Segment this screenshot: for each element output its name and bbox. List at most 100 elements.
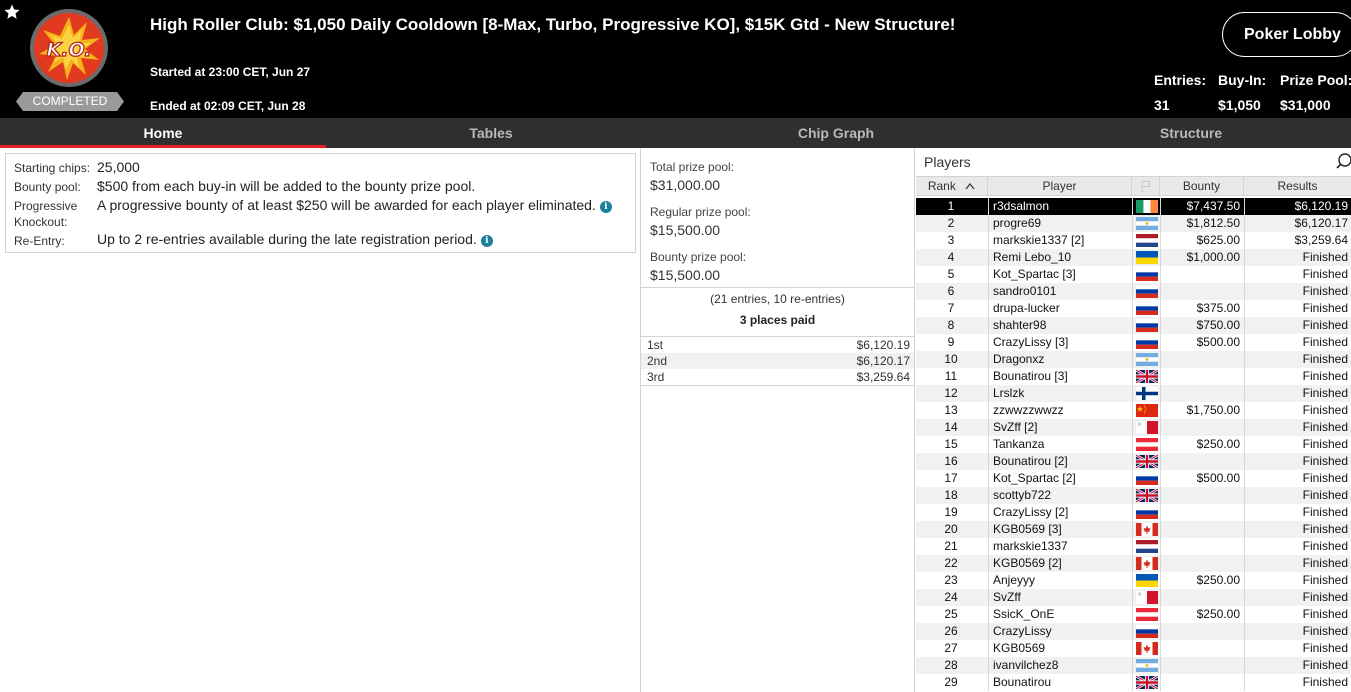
column-player[interactable]: Player	[988, 177, 1132, 195]
player-row[interactable]: 22 KGB0569 [2] Finished	[916, 555, 1351, 572]
player-row[interactable]: 3 markskie1337 [2] $625.00 $3,259.64	[916, 232, 1351, 249]
progressive-knockout-label: Progressive Knockout:	[14, 198, 77, 230]
player-rank: 22	[944, 556, 958, 570]
column-divider	[1244, 402, 1245, 419]
column-divider	[1132, 674, 1133, 691]
player-row[interactable]: 4 Remi Lebo_10 $1,000.00 Finished	[916, 249, 1351, 266]
player-row[interactable]: 16 Bounatirou [2] Finished	[916, 453, 1351, 470]
player-row[interactable]: 28 ivanvilchez8 Finished	[916, 657, 1351, 674]
player-name: Tankanza	[993, 437, 1045, 451]
column-divider	[1132, 504, 1133, 521]
star-icon[interactable]	[3, 3, 21, 21]
player-result: Finished	[1302, 301, 1348, 315]
column-divider	[1244, 419, 1245, 436]
column-divider	[1160, 453, 1161, 470]
country-flag-icon	[1136, 404, 1158, 417]
player-row[interactable]: 21 markskie1337 Finished	[916, 538, 1351, 555]
player-row[interactable]: 24 SvZff Finished	[916, 589, 1351, 606]
player-name: Kot_Spartac [2]	[993, 471, 1076, 485]
column-divider	[1244, 470, 1245, 487]
bounty-prize-pool-value: $15,500.00	[650, 267, 721, 283]
player-row[interactable]: 6 sandro0101 Finished	[916, 283, 1351, 300]
player-rank: 9	[947, 335, 955, 349]
player-row[interactable]: 5 Kot_Spartac [3] Finished	[916, 266, 1351, 283]
tournament-lobby: K.O. COMPLETED High Roller Club: $1,050 …	[0, 0, 1351, 692]
column-divider	[1244, 589, 1245, 606]
starting-chips-value: 25,000	[97, 159, 140, 175]
column-divider	[988, 334, 989, 351]
country-flag-icon	[1136, 455, 1158, 468]
tab-home[interactable]: Home	[0, 118, 326, 148]
tab-tables[interactable]: Tables	[326, 118, 656, 148]
player-row[interactable]: 2 progre69 $1,812.50 $6,120.17	[916, 215, 1351, 232]
column-divider	[1132, 538, 1133, 555]
player-row[interactable]: 29 Bounatirou Finished	[916, 674, 1351, 691]
player-row[interactable]: 9 CrazyLissy [3] $500.00 Finished	[916, 334, 1351, 351]
player-rank: 10	[944, 352, 958, 366]
payout-amount: $3,259.64	[856, 370, 910, 384]
column-divider	[1160, 368, 1161, 385]
player-row[interactable]: 15 Tankanza $250.00 Finished	[916, 436, 1351, 453]
column-divider	[1132, 402, 1133, 419]
player-row[interactable]: 7 drupa-lucker $375.00 Finished	[916, 300, 1351, 317]
divider	[641, 287, 914, 288]
total-prize-pool-label: Total prize pool:	[650, 160, 735, 174]
prize-pool-label: Prize Pool:	[1280, 72, 1351, 88]
player-result: Finished	[1302, 267, 1348, 281]
bounty-pool-label: Bounty pool:	[14, 180, 81, 194]
player-row[interactable]: 26 CrazyLissy Finished	[916, 623, 1351, 640]
player-rank: 18	[944, 488, 958, 502]
player-row[interactable]: 20 KGB0569 [3] Finished	[916, 521, 1351, 538]
player-rank: 3	[947, 233, 955, 247]
poker-lobby-button[interactable]: Poker Lobby	[1222, 12, 1351, 57]
player-row[interactable]: 10 Dragonxz Finished	[916, 351, 1351, 368]
info-icon[interactable]: i	[480, 235, 493, 247]
column-divider	[988, 232, 989, 249]
column-divider	[988, 538, 989, 555]
player-row[interactable]: 27 KGB0569 Finished	[916, 640, 1351, 657]
tab-structure[interactable]: Structure	[1016, 118, 1351, 148]
player-row[interactable]: 14 SvZff [2] Finished	[916, 419, 1351, 436]
player-row[interactable]: 12 Lrslzk Finished	[916, 385, 1351, 402]
column-divider	[1132, 317, 1133, 334]
column-rank[interactable]: Rank	[916, 177, 988, 195]
player-result: Finished	[1302, 318, 1348, 332]
regular-prize-pool-label: Regular prize pool:	[650, 205, 751, 219]
player-row[interactable]: 18 scottyb722 Finished	[916, 487, 1351, 504]
player-row[interactable]: 17 Kot_Spartac [2] $500.00 Finished	[916, 470, 1351, 487]
player-row[interactable]: 23 Anjeyyy $250.00 Finished	[916, 572, 1351, 589]
player-row[interactable]: 25 SsicK_OnE $250.00 Finished	[916, 606, 1351, 623]
column-results[interactable]: Results	[1244, 177, 1351, 195]
country-flag-icon	[1136, 217, 1158, 230]
column-divider	[988, 623, 989, 640]
player-rank: 11	[944, 369, 958, 383]
bounty-pool-value: $500 from each buy-in will be added to t…	[97, 178, 476, 194]
player-result: Finished	[1302, 403, 1348, 417]
tab-chip-graph[interactable]: Chip Graph	[656, 118, 1016, 148]
column-bounty[interactable]: Bounty	[1160, 177, 1244, 195]
player-row[interactable]: 11 Bounatirou [3] Finished	[916, 368, 1351, 385]
column-divider	[1160, 623, 1161, 640]
player-row[interactable]: 13 zzwwzzwwzz $1,750.00 Finished	[916, 402, 1351, 419]
info-icon[interactable]: i	[599, 201, 612, 213]
player-row[interactable]: 1 r3dsalmon $7,437.50 $6,120.19	[916, 198, 1351, 215]
column-divider	[1160, 640, 1161, 657]
player-result: Finished	[1302, 658, 1348, 672]
sort-up-icon	[965, 183, 975, 190]
player-bounty: $375.00	[1196, 301, 1240, 315]
player-rank: 4	[947, 250, 955, 264]
column-divider	[1132, 368, 1133, 385]
search-icon[interactable]	[1336, 153, 1351, 169]
country-flag-icon	[1136, 302, 1158, 315]
progressive-knockout-value-row: A progressive bounty of at least $250 wi…	[97, 197, 612, 213]
payout-place: 3rd	[647, 370, 665, 384]
player-row[interactable]: 8 shahter98 $750.00 Finished	[916, 317, 1351, 334]
player-row[interactable]: 19 CrazyLissy [2] Finished	[916, 504, 1351, 521]
column-divider	[988, 453, 989, 470]
column-divider	[1160, 521, 1161, 538]
tournament-header: K.O. COMPLETED High Roller Club: $1,050 …	[0, 0, 1351, 118]
player-rank: 7	[947, 301, 955, 315]
column-flag[interactable]	[1132, 177, 1160, 195]
column-divider	[1160, 487, 1161, 504]
reentry-value: Up to 2 re-entries available during the …	[97, 231, 477, 247]
